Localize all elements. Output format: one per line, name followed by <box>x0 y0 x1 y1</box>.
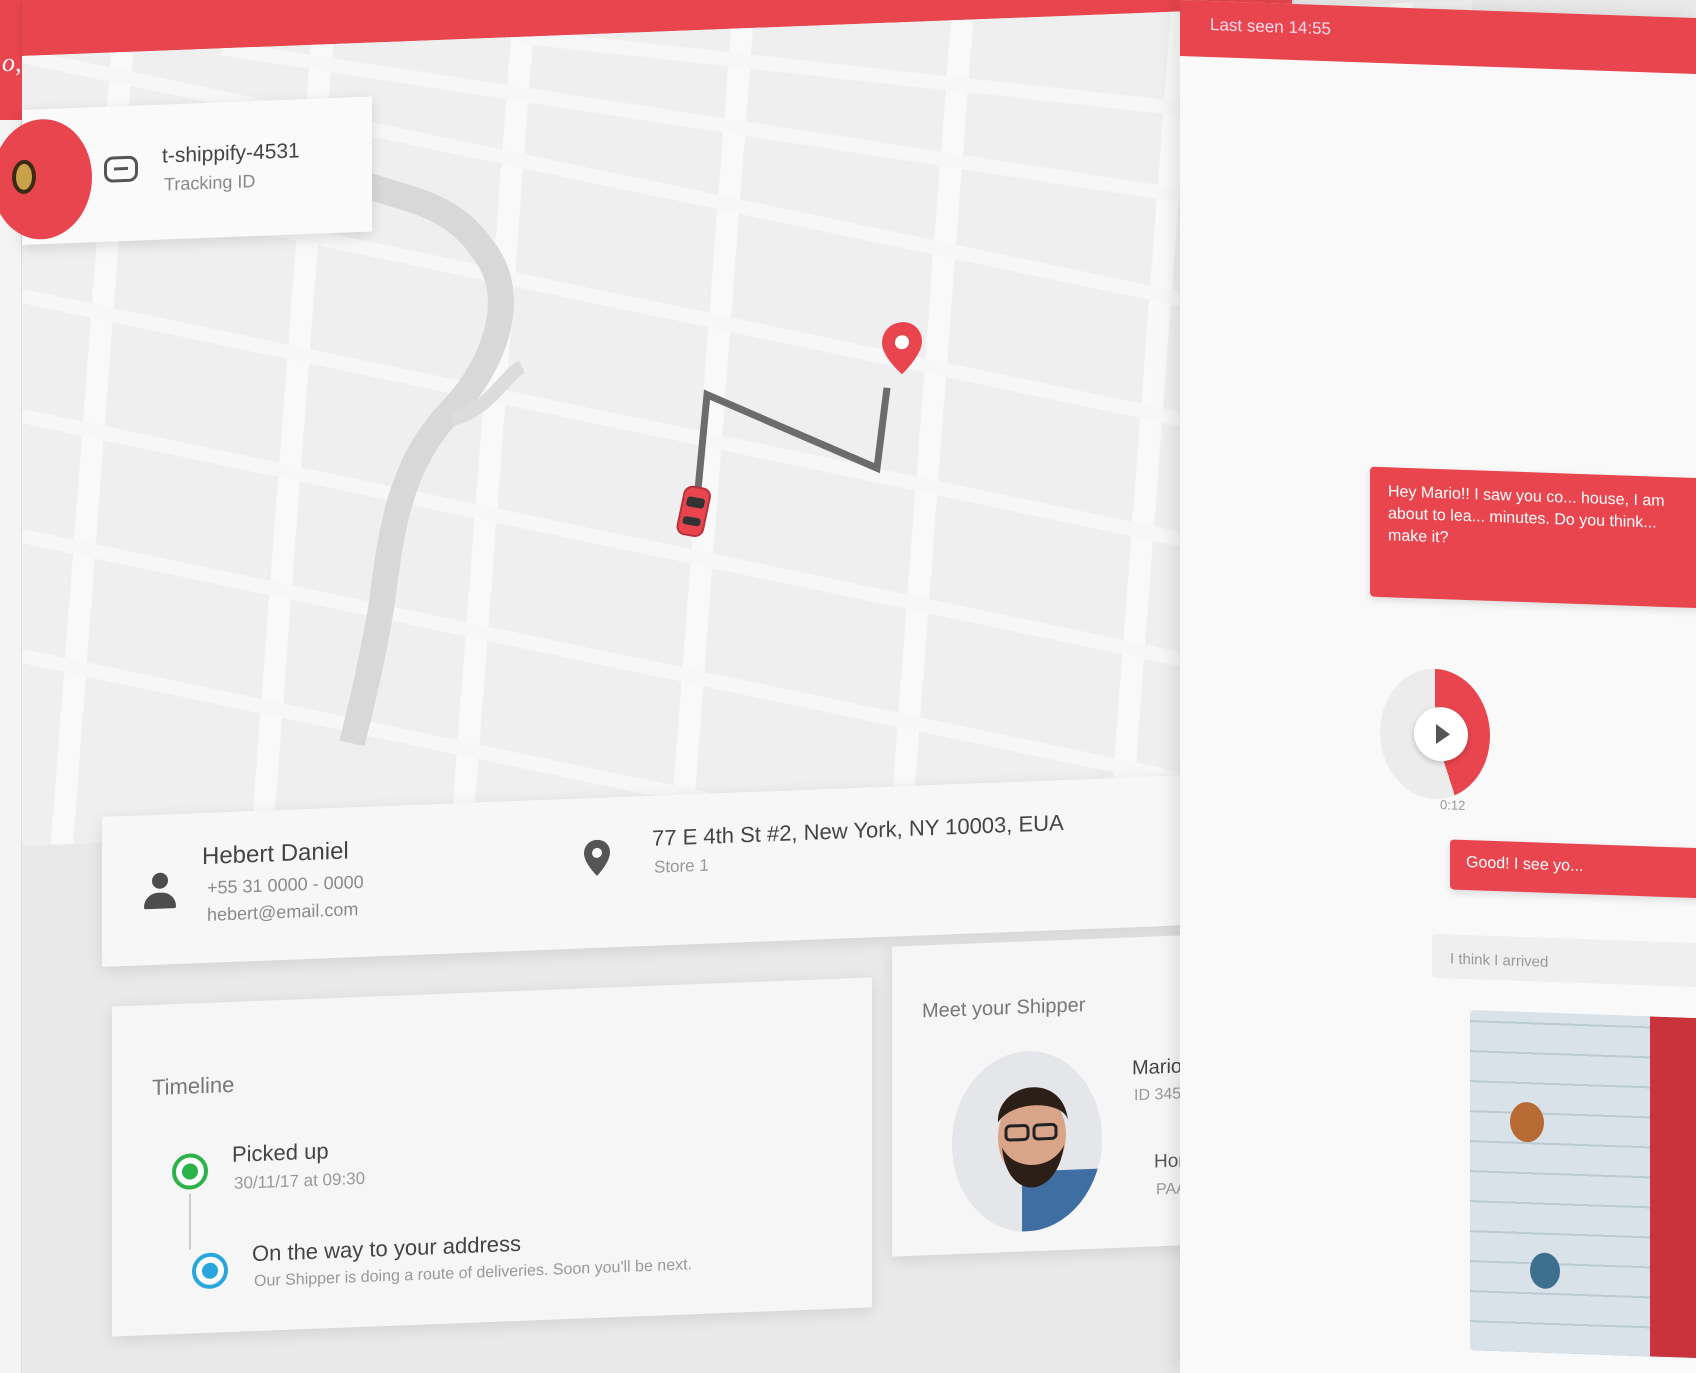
location-pin-icon <box>584 839 610 876</box>
photo-wall <box>1470 1010 1650 1357</box>
delivery-address: 77 E 4th St #2, New York, NY 10003, EUA <box>652 809 1064 851</box>
chat-panel: Last seen 14:55 Hey Mario!! I saw you co… <box>1180 0 1696 1373</box>
user-icon-body <box>144 892 176 910</box>
timeline-card: Timeline Picked up 30/11/17 at 09:30 On … <box>112 977 872 1337</box>
chat-photo[interactable] <box>1470 1010 1696 1359</box>
user-icon-head <box>152 872 168 890</box>
timeline-connector <box>189 1193 191 1250</box>
status-done-icon <box>172 1152 208 1191</box>
tracking-card: t-shippify-4531 Tracking ID <box>0 96 372 246</box>
brand-logo-mark <box>12 159 36 195</box>
shipper-photo <box>952 1048 1102 1235</box>
user-icon <box>142 872 178 913</box>
last-seen-status: Last seen 14:55 <box>1210 15 1331 39</box>
chat-message-text: Hey Mario!! I saw you co... house, I am … <box>1388 483 1665 547</box>
left-panel-glyph: o, <box>2 48 22 77</box>
audio-message: 0:12 <box>1380 666 1500 813</box>
status-active-icon <box>192 1252 228 1290</box>
store-name: Store 1 <box>654 855 709 877</box>
audio-duration: 0:12 <box>1440 797 1466 813</box>
customer-phone: +55 31 0000 - 0000 <box>207 871 364 898</box>
left-panel-header: o, <box>0 0 22 120</box>
tracking-id-label: Tracking ID <box>164 171 256 195</box>
tracking-icon <box>104 155 138 183</box>
shipper-section-title: Meet your Shipper <box>922 994 1086 1023</box>
timeline-event-title: Picked up <box>232 1138 329 1167</box>
customer-email: hebert@email.com <box>207 899 359 925</box>
play-icon[interactable] <box>1414 706 1468 763</box>
timeline-event-time: 30/11/17 at 09:30 <box>234 1168 366 1193</box>
chat-message-text: Good! I see yo... <box>1466 853 1584 876</box>
chat-message-pending: I think I arrived <box>1432 933 1696 988</box>
chat-message-text: I think I arrived <box>1450 950 1549 971</box>
photo-door <box>1650 1016 1696 1359</box>
chat-header: Last seen 14:55 <box>1180 0 1696 75</box>
photo-ornament <box>1510 1101 1544 1143</box>
photo-ornament <box>1530 1252 1560 1290</box>
timeline-title: Timeline <box>152 1071 235 1101</box>
customer-name: Hebert Daniel <box>202 837 349 871</box>
tracking-id: t-shippify-4531 <box>162 139 300 168</box>
timeline-event-title: On the way to your address <box>252 1230 522 1267</box>
app-screen: o, t-shippify-4531 Tracking ID Hebert Da… <box>0 0 1696 1373</box>
chat-message-incoming: Hey Mario!! I saw you co... house, I am … <box>1370 466 1696 609</box>
shipper-avatar[interactable] <box>952 1048 1102 1235</box>
chat-message-outgoing: Good! I see yo... <box>1450 839 1696 899</box>
brand-logo[interactable] <box>0 117 92 242</box>
